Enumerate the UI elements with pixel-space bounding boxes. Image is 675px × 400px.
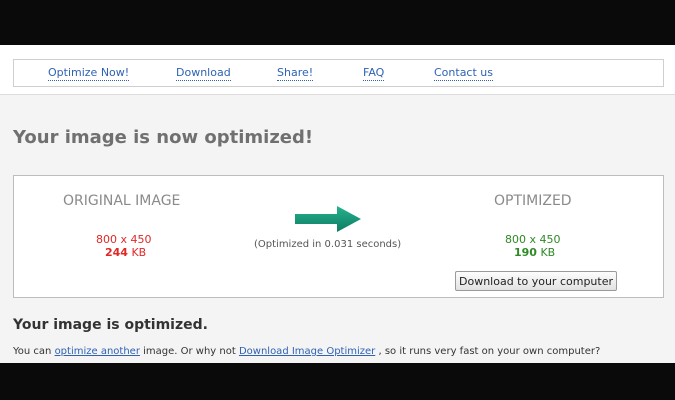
right-arrow-icon [295, 206, 361, 232]
top-letterbox [0, 0, 675, 45]
top-nav: Optimize Now! Download Share! FAQ Contac… [13, 59, 664, 87]
original-size-value: 244 [105, 246, 128, 259]
summary-paragraph: You can optimize another image. Or why n… [13, 346, 600, 357]
summary-text-2: image. Or why not [139, 346, 239, 357]
bottom-letterbox [0, 363, 675, 400]
original-size: 244 KB [105, 246, 146, 259]
optimized-size: 190 KB [514, 246, 555, 259]
optimized-dimensions: 800 x 450 [505, 233, 561, 246]
nav-contact-us[interactable]: Contact us [434, 66, 493, 81]
nav-download[interactable]: Download [176, 66, 231, 81]
summary-title: Your image is optimized. [13, 317, 208, 333]
nav-share[interactable]: Share! [277, 66, 314, 81]
page: Optimize Now! Download Share! FAQ Contac… [0, 45, 675, 363]
result-panel: ORIGINAL IMAGE 800 x 450 244 KB (Optimiz… [13, 175, 664, 298]
optimized-title: OPTIMIZED [494, 193, 572, 209]
original-size-unit: KB [131, 246, 147, 259]
optimized-size-value: 190 [514, 246, 537, 259]
original-dimensions: 800 x 450 [96, 233, 152, 246]
summary-text-3: , so it runs very fast on your own compu… [375, 346, 601, 357]
nav-optimize-now[interactable]: Optimize Now! [48, 66, 130, 81]
download-to-computer-button[interactable]: Download to your computer [455, 271, 617, 291]
nav-faq[interactable]: FAQ [363, 66, 385, 81]
optimization-time: (Optimized in 0.031 seconds) [254, 239, 402, 250]
optimize-another-link[interactable]: optimize another [55, 346, 140, 357]
download-image-optimizer-link[interactable]: Download Image Optimizer [239, 346, 375, 357]
summary-text-1: You can [13, 346, 55, 357]
original-title: ORIGINAL IMAGE [63, 193, 181, 209]
optimized-size-unit: KB [540, 246, 556, 259]
page-title: Your image is now optimized! [13, 127, 314, 148]
